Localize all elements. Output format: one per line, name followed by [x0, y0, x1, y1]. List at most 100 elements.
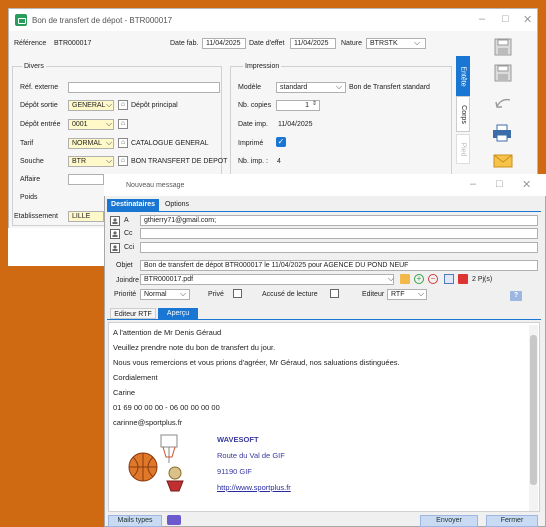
editeur-label: Editeur	[362, 291, 385, 298]
priorite-label: Priorité	[114, 291, 137, 298]
tab-destinataires[interactable]: Destinataires	[107, 199, 159, 211]
reference-label: Référence	[14, 40, 47, 47]
a-label: A	[124, 217, 129, 224]
tab-pied[interactable]: Pied	[456, 134, 470, 164]
tab-entete[interactable]: Entête	[456, 56, 470, 96]
remove-icon[interactable]: −	[428, 274, 438, 284]
save-all-icon[interactable]	[494, 64, 512, 82]
stepper-icon[interactable]: ⇕	[312, 100, 317, 107]
nb-copies-label: Nb. copies	[238, 102, 272, 109]
ref-externe-label: Réf. externe	[20, 84, 59, 91]
undo-icon[interactable]	[494, 96, 512, 112]
imprime-checkbox[interactable]: ✓	[276, 137, 286, 147]
tab-options[interactable]: Options	[162, 199, 192, 211]
chevron-down-icon: ⌵	[388, 274, 395, 283]
home-icon[interactable]: ⌂	[118, 100, 128, 110]
chevron-down-icon: ⌵	[106, 119, 113, 128]
maximize-icon[interactable]: □	[496, 178, 503, 190]
accuse-checkbox[interactable]	[330, 289, 339, 298]
souche-label: Souche	[20, 158, 44, 165]
contact-book-icon[interactable]	[110, 216, 120, 226]
nature-label: Nature	[341, 40, 363, 47]
nb-imp-value: 4	[277, 158, 281, 165]
body-line: A l'attention de Mr Denis Géraud	[113, 328, 222, 337]
date-imp-label: Date imp.	[238, 121, 268, 128]
message-window-title: Nouveau message	[126, 182, 185, 189]
help-button[interactable]: ?	[510, 291, 522, 301]
mails-types-button[interactable]: Mails types	[108, 515, 162, 527]
pdf-icon[interactable]	[458, 274, 468, 284]
date-fab-label: Date fab.	[170, 40, 199, 47]
date-effet-field[interactable]: 11/04/2025	[290, 38, 336, 49]
add-icon[interactable]: +	[414, 274, 424, 284]
transfer-lower-panel	[8, 228, 104, 266]
mail-template-icon[interactable]	[167, 515, 181, 525]
minimize-icon[interactable]: –	[470, 178, 476, 190]
souche-desc: BON TRANSFERT DE DEPOT	[131, 158, 228, 165]
tab-corps[interactable]: Corps	[456, 96, 470, 132]
contact-book-icon[interactable]	[110, 229, 120, 239]
joindre-select[interactable]: BTR000017.pdf	[140, 274, 394, 285]
message-preview[interactable]: A l'attention de Mr Denis Géraud Veuille…	[108, 322, 540, 512]
divers-title: Divers	[22, 63, 46, 70]
depot-sortie-label: Dépôt sortie	[20, 102, 58, 109]
body-line: Veuillez prendre note du bon de transfer…	[113, 343, 276, 352]
home-icon[interactable]: ⌂	[118, 156, 128, 166]
etablissement-label: Etablissement	[14, 213, 58, 220]
reference-value: BTR000017	[54, 40, 92, 47]
impression-title: Impression	[243, 63, 282, 70]
prive-checkbox[interactable]	[233, 289, 242, 298]
tab-apercu[interactable]: Aperçu	[158, 308, 198, 319]
scrollbar[interactable]	[529, 325, 538, 511]
close-icon[interactable]: ✕	[523, 13, 532, 26]
cc-field[interactable]	[140, 228, 538, 239]
affaire-label: Affaire	[20, 176, 41, 183]
signature-link[interactable]: http://www.sportplus.fr	[217, 483, 291, 492]
cci-field[interactable]	[140, 242, 538, 253]
modele-label: Modèle	[238, 84, 261, 91]
editor-tab-underline	[107, 319, 541, 320]
a-field[interactable]: gthierry71@gmail.com;	[140, 215, 538, 226]
home-icon[interactable]: ⌂	[118, 138, 128, 148]
envoyer-button[interactable]: Envoyer	[420, 515, 478, 527]
joindre-label: Joindre	[116, 277, 139, 284]
chevron-down-icon: ⌵	[106, 100, 113, 109]
chevron-down-icon: ⌵	[414, 38, 421, 47]
close-icon[interactable]: ✕	[522, 178, 531, 191]
tab-editeur-rtf[interactable]: Editeur RTF	[110, 308, 156, 319]
transfer-window-title: Bon de transfert de dépot - BTR000017	[32, 15, 173, 25]
objet-field[interactable]: Bon de transfert de dépot BTR000017 le 1…	[140, 260, 538, 271]
ref-externe-field[interactable]	[68, 82, 220, 93]
chevron-down-icon: ⌵	[180, 289, 187, 298]
body-line: carinne@sportplus.fr	[113, 418, 183, 427]
imprime-label: Imprimé	[238, 140, 264, 147]
print-icon[interactable]	[492, 124, 512, 142]
folder-icon[interactable]	[400, 274, 410, 284]
accuse-label: Accusé de lecture	[262, 291, 318, 298]
etablissement-select[interactable]: LILLE	[68, 211, 104, 222]
preview-doc-icon[interactable]	[444, 274, 454, 284]
chevron-down-icon: ⌵	[418, 289, 425, 298]
app-icon	[15, 14, 27, 26]
home-icon[interactable]: ⌂	[118, 119, 128, 129]
date-fab-field[interactable]: 11/04/2025	[202, 38, 246, 49]
mail-icon[interactable]	[493, 154, 513, 168]
contact-book-icon[interactable]	[110, 243, 120, 253]
fermer-button[interactable]: Fermer	[486, 515, 538, 527]
affaire-field[interactable]	[68, 174, 104, 185]
save-icon[interactable]	[494, 38, 512, 56]
tab-underline	[107, 211, 541, 212]
transfer-titlebar: Bon de transfert de dépot - BTR000017 – …	[9, 9, 537, 31]
body-line: Cordialement	[113, 373, 158, 382]
date-imp-value: 11/04/2025	[278, 121, 313, 128]
body-line: Nous vous remercions et vous prions d'ag…	[113, 358, 400, 367]
minimize-icon[interactable]: –	[479, 13, 485, 25]
date-effet-label: Date d'effet	[249, 40, 285, 47]
signature-company: WAVESOFT	[217, 435, 259, 444]
modele-desc: Bon de Transfert standard	[349, 84, 430, 91]
depot-entree-label: Dépôt entrée	[20, 121, 61, 128]
chevron-down-icon: ⌵	[106, 156, 113, 165]
scrollbar-thumb[interactable]	[530, 335, 537, 485]
basketball-logo-icon	[128, 434, 184, 492]
maximize-icon[interactable]: □	[502, 13, 509, 25]
